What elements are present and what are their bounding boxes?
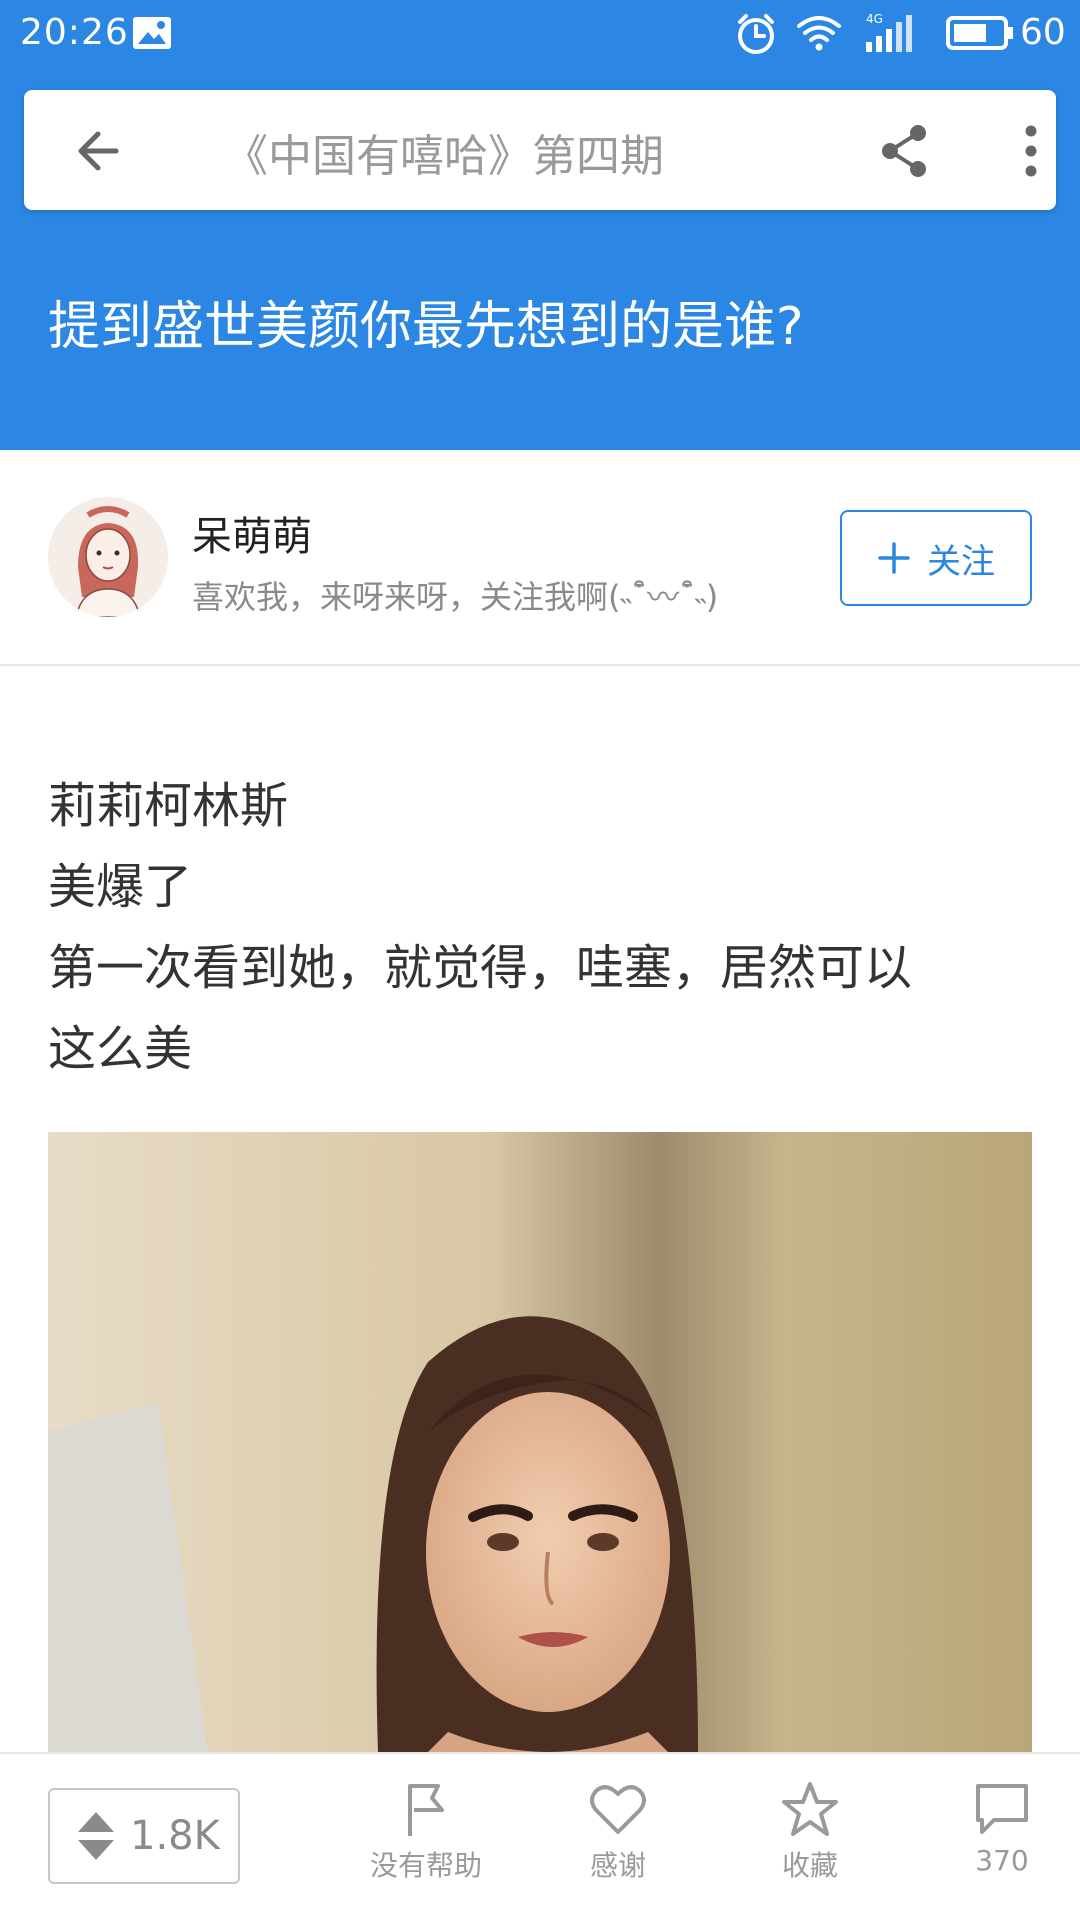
top-bar: 《中国有嘻哈》第四期 — [24, 90, 1056, 210]
share-icon — [882, 125, 926, 177]
bottom-action-bar: 1.8K 没有帮助 感谢 收藏 370 — [0, 1752, 1080, 1920]
more-options-button[interactable] — [996, 116, 1066, 186]
author-bio: 喜欢我，来呀来呀，关注我啊(˵¯͒〰¯͒˵) — [192, 578, 719, 616]
author-row: 呆萌萌 喜欢我，来呀来呀，关注我啊(˵¯͒〰¯͒˵) 关注 — [0, 450, 1080, 665]
back-arrow-icon — [78, 131, 119, 171]
vote-count: 1.8K — [130, 1813, 220, 1859]
battery-icon — [946, 16, 1013, 50]
topic-title[interactable]: 《中国有嘻哈》第四期 — [224, 120, 664, 184]
plus-icon — [878, 542, 910, 574]
answer-photo[interactable] — [48, 1132, 1032, 1752]
alarm-icon — [738, 14, 774, 54]
avatar[interactable] — [48, 497, 168, 617]
vote-button[interactable]: 1.8K — [48, 1788, 240, 1884]
image-notification-icon — [133, 17, 171, 49]
no-help-label: 没有帮助 — [369, 1849, 482, 1882]
back-button[interactable] — [64, 116, 134, 186]
answer-line: 美爆了 — [48, 859, 193, 915]
favorite-label: 收藏 — [781, 1849, 838, 1882]
no-help-button[interactable]: 没有帮助 — [356, 1780, 496, 1900]
cell-signal-icon: 4G — [866, 12, 912, 52]
screen: 20:26 4G 60 《中国有嘻哈》第四期 提到盛世美颜你最先想到的是谁? 呆… — [0, 0, 1080, 1920]
avatar-illustration — [48, 497, 168, 617]
follow-label: 关注 — [927, 541, 995, 582]
question-title[interactable]: 提到盛世美颜你最先想到的是谁? — [48, 284, 1038, 359]
star-icon — [782, 1782, 838, 1836]
comment-count: 370 — [975, 1844, 1029, 1877]
flag-icon — [408, 1784, 444, 1836]
divider — [0, 664, 1080, 666]
status-bar: 20:26 4G 60 — [0, 0, 1080, 68]
favorite-button[interactable]: 收藏 — [740, 1780, 880, 1900]
thanks-button[interactable]: 感谢 — [548, 1780, 688, 1900]
answer-line: 莉莉柯林斯 — [48, 778, 289, 834]
wifi-icon — [797, 16, 841, 51]
author-name[interactable]: 呆萌萌 — [192, 504, 312, 562]
heart-icon — [590, 1785, 646, 1834]
comment-button[interactable]: 370 — [932, 1780, 1072, 1900]
more-vertical-icon — [1025, 125, 1037, 177]
thanks-label: 感谢 — [589, 1849, 646, 1882]
share-button[interactable] — [870, 116, 940, 186]
follow-button[interactable]: 关注 — [840, 510, 1032, 606]
network-type-label: 4G — [866, 12, 883, 26]
answer-body: 莉莉柯林斯 美爆了 第一次看到她，就觉得，哇塞，居然可以 这么美 — [48, 766, 1038, 1090]
battery-level: 60 — [1020, 12, 1066, 53]
answer-line: 第一次看到她，就觉得，哇塞，居然可以 — [48, 940, 913, 996]
answer-line: 这么美 — [48, 1021, 193, 1077]
vote-arrows-icon — [78, 1812, 114, 1860]
status-time: 20:26 — [20, 12, 129, 53]
comment-icon — [976, 1784, 1028, 1834]
portrait-image — [48, 1132, 1032, 1752]
